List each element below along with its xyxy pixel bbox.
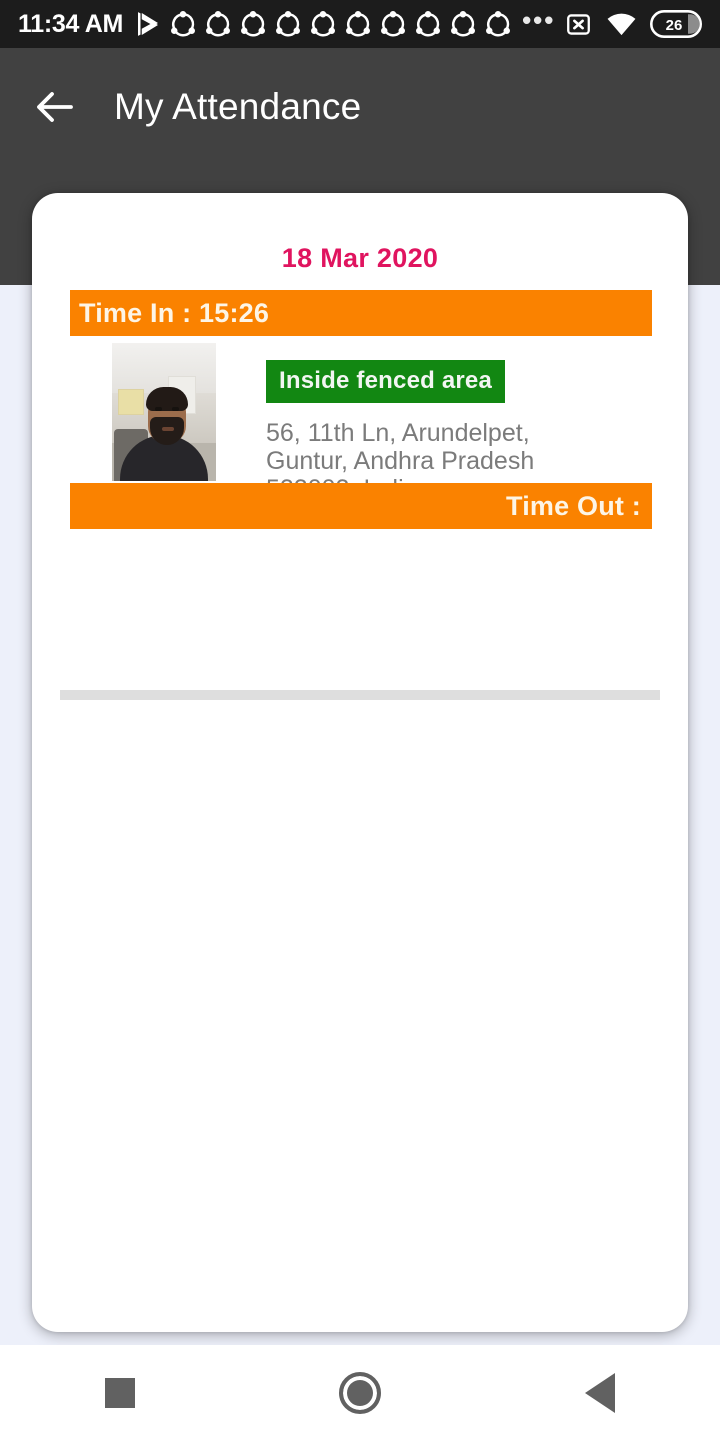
status-bar-notification-icons: ••• [133, 5, 564, 39]
record-date: 18 Mar 2020 [281, 243, 439, 273]
photo-hair [146, 387, 188, 411]
system-navigation-bar [0, 1345, 720, 1440]
share-sync-icon [416, 11, 441, 37]
share-sync-icon [311, 11, 336, 37]
share-sync-icon [486, 11, 511, 37]
time-in-bar[interactable]: Time In : 15:26 [70, 290, 652, 336]
share-sync-icon [241, 11, 266, 37]
share-sync-icon [451, 11, 476, 37]
share-sync-icon [171, 11, 196, 37]
status-badge: Inside fenced area [266, 360, 506, 403]
entry-info: Inside fenced area 56, 11th Ln, Arundelp… [266, 343, 670, 503]
triangle-left-icon [585, 1372, 615, 1413]
battery-level-text: 26 [666, 17, 683, 34]
time-in-label: Time In : 15:26 [79, 297, 270, 328]
notification-overflow-icon: ••• [522, 5, 556, 35]
photo-eye-right [172, 407, 179, 411]
photo-mouth [162, 427, 174, 431]
time-out-label: Time Out : [505, 490, 641, 521]
attendance-card: 18 Mar 2020 Time In : 15:26 Inside fence… [32, 193, 688, 1332]
no-sim-icon [567, 13, 590, 35]
photo-eye-left [155, 407, 162, 411]
app-bar-row: My Attendance [0, 48, 720, 166]
photo-wall-upper [112, 343, 216, 393]
square-icon [105, 1377, 135, 1408]
nav-home-button[interactable] [300, 1345, 420, 1440]
page-title: My Attendance [114, 86, 362, 127]
nav-back-button[interactable] [540, 1345, 660, 1440]
share-sync-icon [381, 11, 406, 37]
battery-icon: 26 [650, 10, 702, 38]
circle-icon [339, 1371, 381, 1414]
list-divider [60, 690, 660, 700]
status-bar: 11:34 AM ••• 26 [0, 0, 720, 48]
status-bar-system-icons: 26 [564, 9, 702, 40]
share-sync-icon [346, 11, 371, 37]
arrow-left-icon [37, 92, 73, 122]
play-store-icon [138, 12, 159, 36]
wifi-icon [607, 13, 636, 35]
status-bar-clock: 11:34 AM [18, 9, 124, 38]
phone-screen: 11:34 AM ••• 26 My Attendance 18 Mar 202… [0, 0, 720, 1440]
share-sync-icon [276, 11, 301, 37]
photo-whiteboard [118, 389, 144, 415]
attendance-selfie-photo[interactable] [112, 343, 216, 481]
nav-recents-button[interactable] [60, 1345, 180, 1440]
time-out-bar[interactable]: Time Out : [70, 483, 652, 529]
share-sync-icon [206, 11, 231, 37]
back-button[interactable] [12, 48, 98, 166]
attendance-entry: Inside fenced area 56, 11th Ln, Arundelp… [70, 343, 670, 503]
